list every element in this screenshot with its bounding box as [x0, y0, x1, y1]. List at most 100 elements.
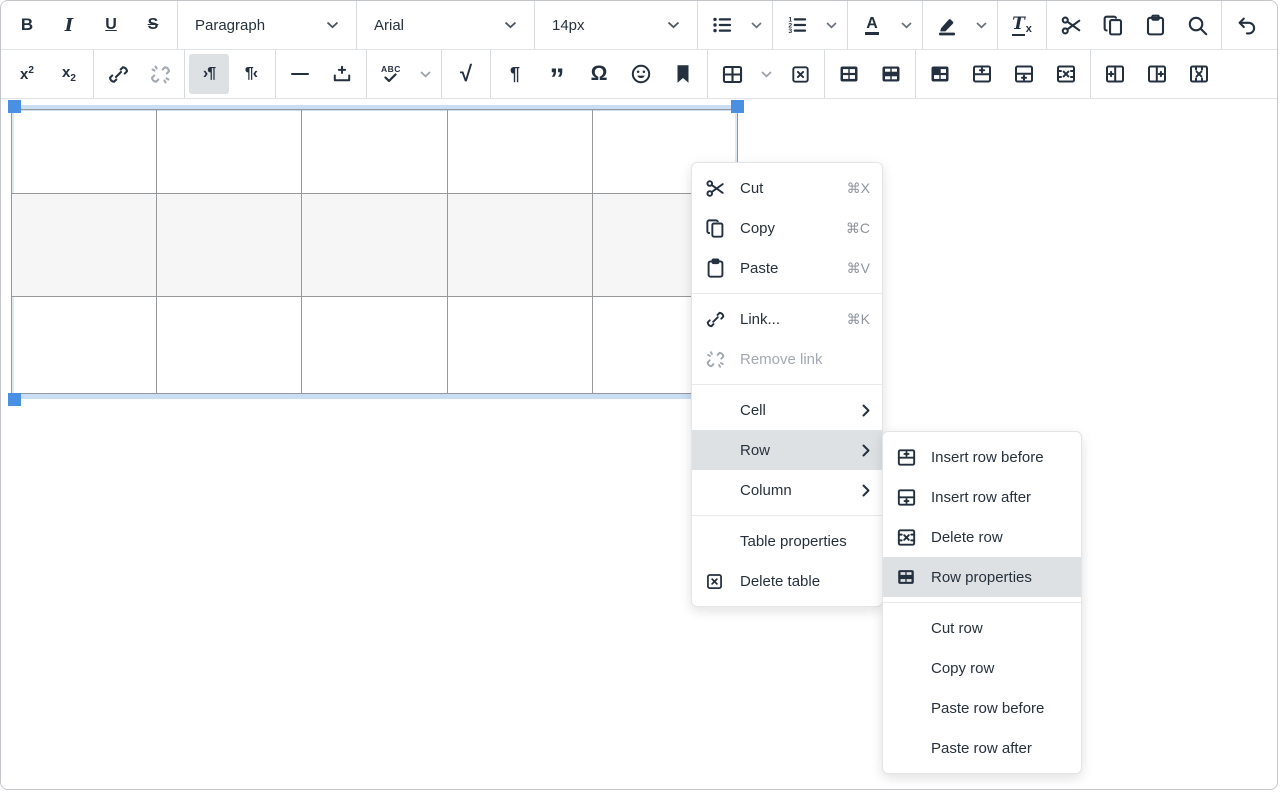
menu-item-label: Delete row [931, 529, 1003, 546]
menu-item-row-properties[interactable]: Row properties [883, 557, 1081, 597]
numbered-list-button[interactable]: 123 [777, 5, 817, 45]
table-cell[interactable] [12, 297, 157, 394]
paragraph-mark-button[interactable]: ¶ [495, 54, 535, 94]
menu-item-copy-row[interactable]: Copy row [883, 648, 1081, 688]
underline-button[interactable]: U [91, 5, 131, 45]
insert-column-after-button[interactable] [1137, 54, 1177, 94]
chevron-down-icon [420, 71, 431, 78]
blockquote-button[interactable]: ” [537, 54, 577, 94]
menu-item-shortcut: ⌘K [847, 311, 870, 328]
text-color-menu-button[interactable] [894, 5, 918, 45]
emoji-button[interactable] [621, 54, 661, 94]
delete-column-icon [1187, 62, 1211, 86]
text-color-button[interactable]: A [852, 5, 892, 45]
copy-button[interactable] [1093, 5, 1133, 45]
horizontal-rule-button[interactable] [280, 54, 320, 94]
menu-item-insert-row-before[interactable]: Insert row before [883, 437, 1081, 477]
table-cell[interactable] [12, 110, 157, 194]
menu-separator [883, 602, 1081, 603]
bullet-list-button[interactable] [702, 5, 742, 45]
table-resize-handle-bottom-left[interactable] [8, 393, 21, 406]
menu-item-column[interactable]: Column [692, 470, 882, 510]
bookmark-icon [671, 62, 695, 86]
font-size-select[interactable]: 14px [538, 1, 694, 49]
insert-column-before-button[interactable] [1095, 54, 1135, 94]
link-icon [106, 62, 131, 87]
underline-icon: U [105, 16, 117, 34]
table-cell[interactable] [12, 194, 157, 297]
page-break-button[interactable] [322, 54, 362, 94]
menu-item-table-properties[interactable]: Table properties [692, 521, 882, 561]
table-cell[interactable] [157, 110, 302, 194]
search-button[interactable] [1177, 5, 1217, 45]
undo-button[interactable] [1226, 5, 1266, 45]
numbered-list-menu-button[interactable] [819, 5, 843, 45]
superscript-button[interactable]: x2 [7, 54, 47, 94]
insert-table-button[interactable] [712, 54, 752, 94]
spellcheck-button[interactable]: ABC [371, 54, 411, 94]
editor-canvas[interactable] [1, 101, 1277, 789]
bullet-list-menu-button[interactable] [744, 5, 768, 45]
table-cell[interactable] [157, 297, 302, 394]
delete-row-button[interactable] [1046, 54, 1086, 94]
formula-button[interactable]: √ [446, 54, 486, 94]
menu-item-paste-row-after[interactable]: Paste row after [883, 728, 1081, 768]
insert-table-menu-button[interactable] [754, 54, 778, 94]
cell-properties-button[interactable] [920, 54, 960, 94]
subscript-button[interactable]: x2 [49, 54, 89, 94]
menu-item-label: Link... [740, 311, 780, 328]
italic-button[interactable]: I [49, 5, 89, 45]
menu-item-label: Remove link [740, 351, 823, 368]
paste-button[interactable] [1135, 5, 1175, 45]
table-cell[interactable] [302, 110, 447, 194]
strikethrough-button[interactable]: S [133, 5, 173, 45]
table-properties-icon [837, 62, 861, 86]
toolbar-separator [697, 1, 698, 49]
cut-button[interactable] [1051, 5, 1091, 45]
highlight-color-menu-button[interactable] [969, 5, 993, 45]
bookmark-button[interactable] [663, 54, 703, 94]
menu-item-cut-row[interactable]: Cut row [883, 608, 1081, 648]
rtl-direction-button[interactable]: ¶‹ [231, 54, 271, 94]
table-cell[interactable] [157, 194, 302, 297]
insert-row-before-button[interactable] [962, 54, 1002, 94]
ltr-icon: ›¶ [203, 65, 215, 83]
special-character-button[interactable]: Ω [579, 54, 619, 94]
strikethrough-icon: S [148, 16, 159, 34]
menu-item-paste-row-before[interactable]: Paste row before [883, 688, 1081, 728]
menu-item-cut[interactable]: Cut ⌘X [692, 168, 882, 208]
delete-table-button[interactable] [780, 54, 820, 94]
bold-button[interactable]: B [7, 5, 47, 45]
menu-item-insert-row-after[interactable]: Insert row after [883, 477, 1081, 517]
spellcheck-menu-button[interactable] [413, 54, 437, 94]
table-cell[interactable] [302, 194, 447, 297]
table-resize-handle-top-right[interactable] [731, 100, 744, 113]
chevron-down-icon [826, 22, 837, 29]
highlight-color-button[interactable] [927, 5, 967, 45]
row-properties-button[interactable] [871, 54, 911, 94]
font-family-select[interactable]: Arial [360, 1, 531, 49]
menu-item-link[interactable]: Link... ⌘K [692, 299, 882, 339]
insert-row-after-button[interactable] [1004, 54, 1044, 94]
menu-item-copy[interactable]: Copy ⌘C [692, 208, 882, 248]
table-cell[interactable] [447, 110, 592, 194]
remove-link-button[interactable] [140, 54, 180, 94]
ltr-direction-button[interactable]: ›¶ [189, 54, 229, 94]
table-properties-button[interactable] [829, 54, 869, 94]
unlink-icon [148, 62, 173, 87]
menu-item-delete-table[interactable]: Delete table [692, 561, 882, 601]
table-cell[interactable] [447, 194, 592, 297]
table-resize-handle-top-left[interactable] [8, 100, 21, 113]
menu-item-cell[interactable]: Cell [692, 390, 882, 430]
menu-item-delete-row[interactable]: Delete row [883, 517, 1081, 557]
menu-item-paste[interactable]: Paste ⌘V [692, 248, 882, 288]
delete-column-button[interactable] [1179, 54, 1219, 94]
table-cell[interactable] [302, 297, 447, 394]
clear-formatting-button[interactable]: Tx [1002, 5, 1042, 45]
menu-item-row[interactable]: Row [692, 430, 882, 470]
menu-item-remove-link[interactable]: Remove link [692, 339, 882, 379]
bullet-list-icon [710, 13, 734, 37]
table-cell[interactable] [447, 297, 592, 394]
paragraph-format-select[interactable]: Paragraph [181, 1, 353, 49]
insert-link-button[interactable] [98, 54, 138, 94]
